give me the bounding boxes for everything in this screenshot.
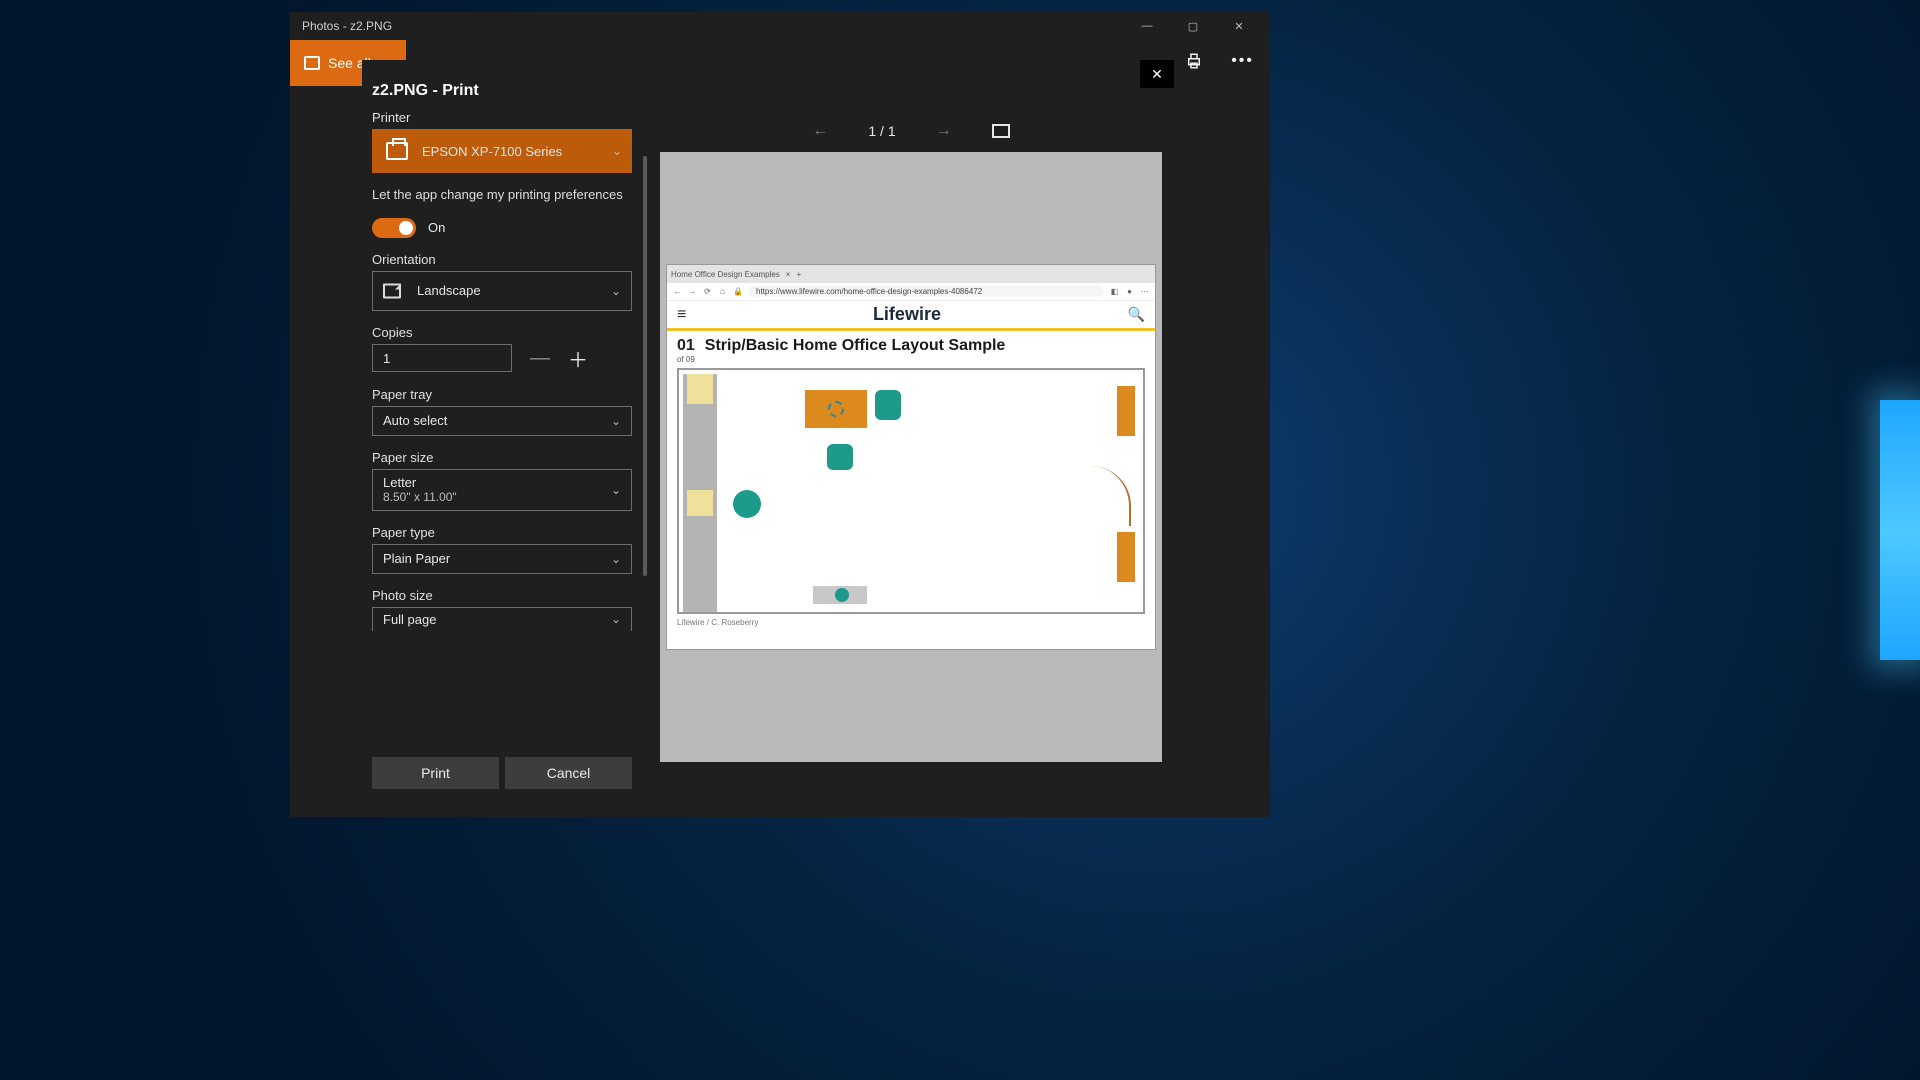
type-label: Paper type — [372, 525, 632, 540]
orientation-select[interactable]: Landscape ⌄ — [372, 271, 632, 311]
url-text: https://www.lifewire.com/home-office-des… — [748, 286, 1104, 297]
new-tab-icon: + — [796, 270, 801, 279]
hamburger-icon: ≡ — [677, 306, 686, 324]
print-icon[interactable] — [1185, 52, 1203, 70]
photosize-value: Full page — [383, 612, 436, 627]
printer-value: EPSON XP-7100 Series — [422, 144, 562, 159]
chevron-down-icon: ⌄ — [611, 284, 621, 298]
next-page-button[interactable]: → — [936, 122, 952, 140]
floorplan-image — [677, 368, 1145, 614]
chevron-down-icon: ⌄ — [611, 414, 621, 428]
copies-increment[interactable]: ＋ — [568, 344, 588, 373]
photosize-select[interactable]: Full page ⌄ — [372, 607, 632, 631]
reload-icon: ⟳ — [703, 287, 712, 296]
dialog-title: z2.PNG - Print — [362, 60, 1174, 110]
photo-icon — [304, 56, 320, 70]
browser-tabbar: Home Office Design Examples × + — [667, 265, 1155, 283]
orientation-value: Landscape — [417, 283, 481, 298]
menu-dots-icon: ⋯ — [1140, 287, 1149, 296]
size-label: Paper size — [372, 450, 632, 465]
type-select[interactable]: Plain Paper ⌄ — [372, 544, 632, 574]
settings-scrollbar[interactable] — [642, 110, 648, 817]
page-indicator: 1 / 1 — [868, 123, 895, 139]
article-subtext: of 09 — [667, 355, 1155, 368]
maximize-button[interactable]: ▢ — [1170, 12, 1216, 40]
landscape-icon — [383, 283, 401, 298]
preference-toggle[interactable] — [372, 218, 416, 238]
chevron-down-icon: ⌄ — [611, 552, 621, 566]
chevron-down-icon: ⌄ — [612, 144, 622, 158]
tab-close-icon: × — [786, 270, 791, 279]
preview-page: Home Office Design Examples × + ← → ⟳ ⌂ … — [660, 152, 1162, 762]
browser-tab: Home Office Design Examples — [671, 270, 780, 279]
back-icon: ← — [673, 287, 682, 296]
search-icon: 🔍 — [1128, 306, 1145, 323]
chevron-down-icon: ⌄ — [611, 612, 621, 626]
avatar-icon: ● — [1125, 287, 1134, 296]
ext-icon: ◧ — [1110, 287, 1119, 296]
prev-page-button[interactable]: ← — [812, 122, 828, 140]
copies-input[interactable] — [372, 344, 512, 372]
tray-value: Auto select — [383, 413, 447, 428]
type-value: Plain Paper — [383, 551, 450, 566]
site-brand: Lifewire — [686, 304, 1127, 325]
orientation-label: Orientation — [372, 252, 632, 267]
chevron-down-icon: ⌄ — [611, 483, 621, 497]
tray-label: Paper tray — [372, 387, 632, 402]
copies-label: Copies — [372, 325, 632, 340]
size-value: Letter — [383, 475, 416, 490]
tray-select[interactable]: Auto select ⌄ — [372, 406, 632, 436]
forward-icon: → — [688, 287, 697, 296]
lock-icon: 🔒 — [733, 287, 742, 296]
photos-app-window: Photos - z2.PNG — ▢ ✕ See all ••• ✕ z2.P… — [290, 12, 1270, 817]
close-window-button[interactable]: ✕ — [1216, 12, 1262, 40]
printer-icon — [386, 142, 408, 160]
printing-preference-text: Let the app change my printing preferenc… — [372, 187, 632, 204]
window-title: Photos - z2.PNG — [298, 19, 1124, 33]
desktop-accent — [1880, 400, 1920, 660]
article-title: Strip/Basic Home Office Layout Sample — [705, 337, 1006, 355]
minimize-button[interactable]: — — [1124, 12, 1170, 40]
toggle-state-label: On — [428, 220, 445, 235]
printer-select[interactable]: EPSON XP-7100 Series ⌄ — [372, 129, 632, 173]
article-number: 01 — [677, 337, 695, 355]
print-preview-column: ← 1 / 1 → Home Office Design Examples × … — [648, 110, 1174, 817]
print-settings-column: Printer EPSON XP-7100 Series ⌄ Let the a… — [362, 110, 642, 817]
cancel-button[interactable]: Cancel — [505, 757, 632, 789]
preview-pager: ← 1 / 1 → — [812, 116, 1009, 152]
preview-document: Home Office Design Examples × + ← → ⟳ ⌂ … — [666, 264, 1156, 650]
print-button[interactable]: Print — [372, 757, 499, 789]
titlebar: Photos - z2.PNG — ▢ ✕ — [290, 12, 1270, 40]
fit-page-icon[interactable] — [992, 124, 1010, 138]
close-dialog-button[interactable]: ✕ — [1140, 60, 1174, 88]
more-icon[interactable]: ••• — [1231, 52, 1254, 70]
printer-label: Printer — [372, 110, 632, 125]
size-select[interactable]: Letter 8.50" x 11.00" ⌄ — [372, 469, 632, 511]
app-top-icons: ••• — [1185, 52, 1254, 70]
copies-decrement[interactable]: — — [530, 347, 550, 370]
home-icon: ⌂ — [718, 287, 727, 296]
photosize-label: Photo size — [372, 588, 632, 603]
browser-addressbar: ← → ⟳ ⌂ 🔒 https://www.lifewire.com/home-… — [667, 283, 1155, 301]
size-subtext: 8.50" x 11.00" — [383, 490, 457, 504]
image-credit: Lifewire / C. Roseberry — [667, 614, 1155, 631]
print-dialog: ✕ z2.PNG - Print Printer EPSON XP-7100 S… — [362, 60, 1174, 817]
